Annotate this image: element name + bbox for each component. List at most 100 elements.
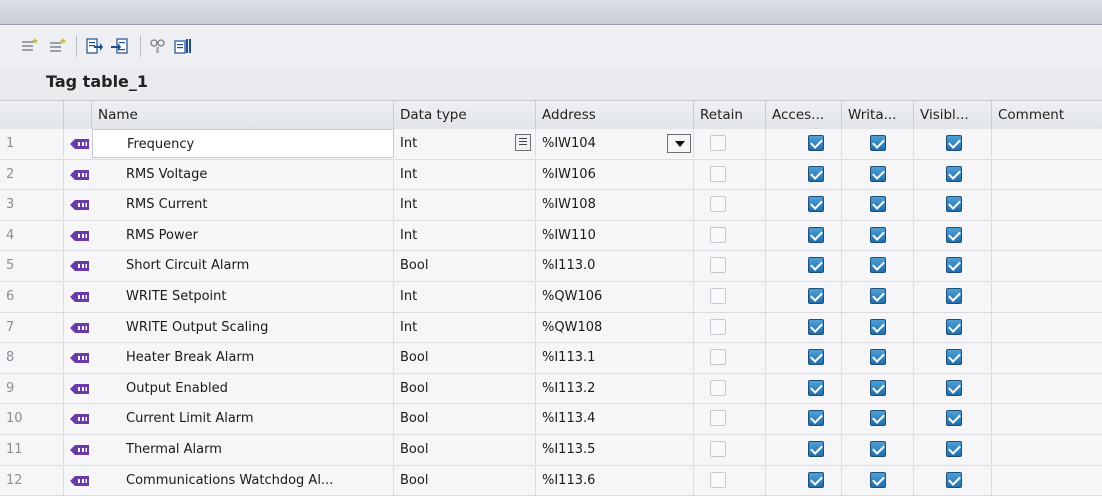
writable-checkbox[interactable] bbox=[870, 471, 886, 488]
header-accessible[interactable]: Acces... bbox=[766, 101, 842, 129]
writable-checkbox[interactable] bbox=[870, 410, 886, 427]
export-icon[interactable] bbox=[84, 36, 104, 56]
visible-checkbox[interactable] bbox=[946, 440, 962, 457]
writable-checkbox[interactable] bbox=[870, 196, 886, 213]
table-row[interactable]: 12 Communications Watchdog Al... Bool %I… bbox=[0, 465, 1102, 496]
accessible-checkbox[interactable] bbox=[808, 165, 824, 182]
table-row[interactable]: 4 RMS Power Int %IW110 bbox=[0, 220, 1102, 252]
header-address[interactable]: Address bbox=[536, 101, 694, 129]
writable-checkbox[interactable] bbox=[870, 349, 886, 366]
comment-cell[interactable] bbox=[992, 404, 1102, 433]
comment-cell[interactable] bbox=[992, 313, 1102, 342]
table-row[interactable]: 5 Short Circuit Alarm Bool %I113.0 bbox=[0, 251, 1102, 282]
import-icon[interactable] bbox=[110, 36, 130, 56]
data-type-cell[interactable]: Int bbox=[394, 312, 536, 342]
retain-checkbox[interactable] bbox=[710, 379, 726, 396]
insert-row-icon[interactable] bbox=[20, 36, 40, 56]
data-type-cell[interactable]: Int bbox=[394, 190, 536, 220]
comment-cell[interactable] bbox=[992, 374, 1102, 403]
address-dropdown-button[interactable] bbox=[667, 134, 691, 153]
writable-checkbox[interactable] bbox=[870, 318, 886, 335]
table-row[interactable]: 6 WRITE Setpoint Int %QW106 bbox=[0, 281, 1102, 313]
visible-checkbox[interactable] bbox=[946, 379, 962, 396]
writable-checkbox[interactable] bbox=[870, 440, 886, 457]
address-cell[interactable]: %I113.0 bbox=[536, 251, 694, 281]
address-cell[interactable]: %IW106 bbox=[536, 159, 694, 189]
comment-cell[interactable] bbox=[992, 221, 1102, 250]
tag-name-cell[interactable]: Output Enabled bbox=[92, 373, 394, 403]
tag-name-cell[interactable]: Heater Break Alarm bbox=[92, 343, 394, 373]
writable-checkbox[interactable] bbox=[870, 287, 886, 304]
header-visible[interactable]: Visibl... bbox=[914, 101, 992, 129]
visible-checkbox[interactable] bbox=[946, 226, 962, 243]
retain-checkbox[interactable] bbox=[710, 287, 726, 304]
address-cell[interactable]: %IW108 bbox=[536, 190, 694, 220]
header-writable[interactable]: Writa... bbox=[842, 101, 914, 129]
retain-checkbox[interactable] bbox=[710, 196, 726, 213]
retain-checkbox[interactable] bbox=[710, 165, 726, 182]
data-type-cell[interactable]: Bool bbox=[394, 251, 536, 281]
accessible-checkbox[interactable] bbox=[808, 440, 824, 457]
address-cell[interactable]: %IW110 bbox=[536, 220, 694, 250]
comment-cell[interactable] bbox=[992, 160, 1102, 189]
visible-checkbox[interactable] bbox=[946, 471, 962, 488]
accessible-checkbox[interactable] bbox=[808, 135, 824, 151]
tag-name-cell[interactable]: RMS Current bbox=[92, 190, 394, 220]
visible-checkbox[interactable] bbox=[946, 410, 962, 427]
header-data-type[interactable]: Data type bbox=[394, 101, 536, 129]
comment-cell[interactable] bbox=[992, 129, 1102, 158]
tag-name-cell[interactable]: RMS Voltage bbox=[92, 159, 394, 189]
writable-checkbox[interactable] bbox=[870, 379, 886, 396]
visible-checkbox[interactable] bbox=[946, 135, 962, 151]
show-settings-icon[interactable] bbox=[172, 36, 192, 56]
address-cell[interactable]: %QW108 bbox=[536, 312, 694, 342]
comment-cell[interactable] bbox=[992, 435, 1102, 464]
retain-checkbox[interactable] bbox=[710, 226, 726, 243]
visible-checkbox[interactable] bbox=[946, 165, 962, 182]
visible-checkbox[interactable] bbox=[946, 196, 962, 213]
address-cell[interactable]: %I113.5 bbox=[536, 434, 694, 464]
table-row[interactable]: 2 RMS Voltage Int %IW106 bbox=[0, 159, 1102, 191]
address-cell[interactable]: %I113.6 bbox=[536, 465, 694, 495]
retain-checkbox[interactable] bbox=[710, 318, 726, 335]
data-type-cell[interactable]: Bool bbox=[394, 373, 536, 403]
tag-name-cell[interactable]: WRITE Output Scaling bbox=[92, 312, 394, 342]
writable-checkbox[interactable] bbox=[870, 257, 886, 274]
comment-cell[interactable] bbox=[992, 190, 1102, 219]
tag-name-cell[interactable]: Thermal Alarm bbox=[92, 434, 394, 464]
visible-checkbox[interactable] bbox=[946, 257, 962, 274]
writable-checkbox[interactable] bbox=[870, 226, 886, 243]
tag-name-cell[interactable]: RMS Power bbox=[92, 220, 394, 250]
table-row[interactable]: 7 WRITE Output Scaling Int %QW108 bbox=[0, 312, 1102, 344]
accessible-checkbox[interactable] bbox=[808, 257, 824, 274]
retain-checkbox[interactable] bbox=[710, 349, 726, 366]
comment-cell[interactable] bbox=[992, 251, 1102, 280]
visible-checkbox[interactable] bbox=[946, 287, 962, 304]
visible-checkbox[interactable] bbox=[946, 318, 962, 335]
accessible-checkbox[interactable] bbox=[808, 471, 824, 488]
data-type-cell[interactable]: Int bbox=[394, 159, 536, 189]
accessible-checkbox[interactable] bbox=[808, 196, 824, 213]
tag-name-cell[interactable]: Communications Watchdog Al... bbox=[92, 465, 394, 495]
table-row[interactable]: 11 Thermal Alarm Bool %I113.5 bbox=[0, 434, 1102, 466]
data-type-list-button[interactable] bbox=[515, 134, 531, 151]
tag-name-cell[interactable]: Short Circuit Alarm bbox=[92, 251, 394, 281]
data-type-cell[interactable]: Bool bbox=[394, 404, 536, 434]
accessible-checkbox[interactable] bbox=[808, 226, 824, 243]
data-type-cell[interactable]: Int bbox=[394, 281, 536, 311]
comment-cell[interactable] bbox=[992, 282, 1102, 311]
monitor-all-icon[interactable] bbox=[148, 36, 168, 56]
address-cell[interactable]: %QW106 bbox=[536, 281, 694, 311]
retain-checkbox[interactable] bbox=[710, 135, 726, 151]
accessible-checkbox[interactable] bbox=[808, 410, 824, 427]
header-comment[interactable]: Comment bbox=[992, 101, 1102, 129]
header-name[interactable]: Name bbox=[92, 101, 394, 129]
header-retain[interactable]: Retain bbox=[694, 101, 766, 129]
accessible-checkbox[interactable] bbox=[808, 318, 824, 335]
comment-cell[interactable] bbox=[992, 466, 1102, 495]
table-row[interactable]: 3 RMS Current Int %IW108 bbox=[0, 190, 1102, 221]
data-type-cell[interactable]: Bool bbox=[394, 343, 536, 373]
comment-cell[interactable] bbox=[992, 343, 1102, 372]
retain-checkbox[interactable] bbox=[710, 440, 726, 457]
tag-name-cell[interactable]: WRITE Setpoint bbox=[92, 281, 394, 311]
